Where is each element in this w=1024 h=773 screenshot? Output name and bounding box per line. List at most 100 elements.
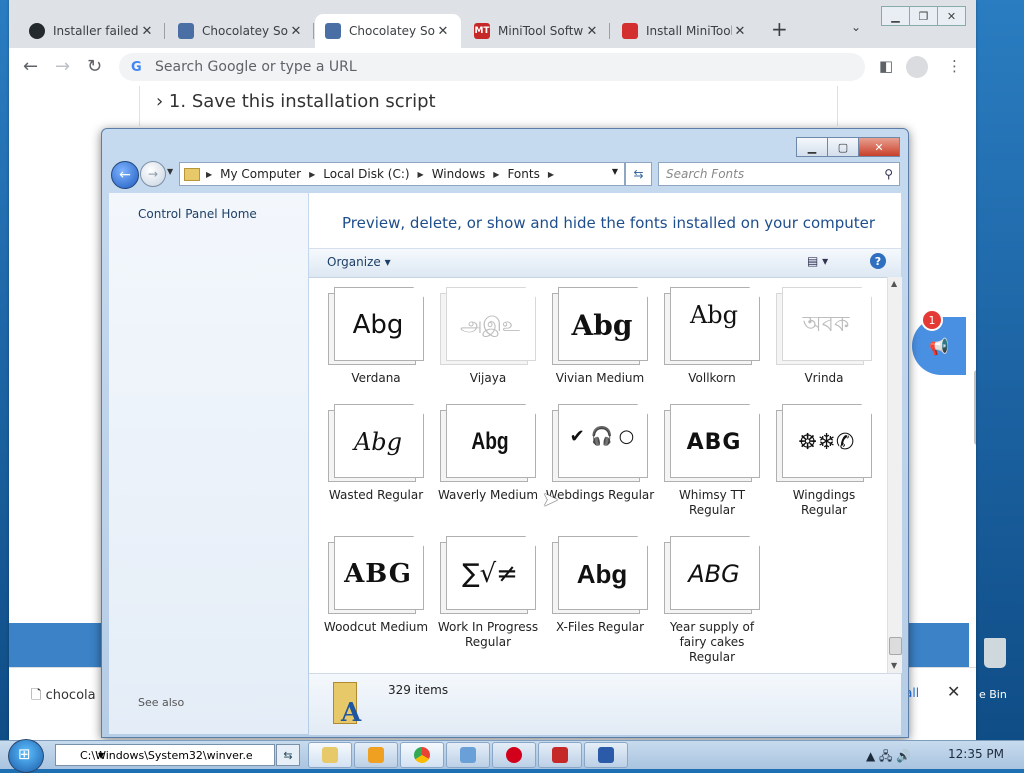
organize-button[interactable]: Organize ▾ [327,255,391,269]
refresh-button[interactable]: ⇆ [625,162,652,186]
font-name: Year supply of fairy cakes Regular [669,620,755,664]
address-bar[interactable]: ▶ My Computer ▶ Local Disk (C:) ▶ Window… [179,162,625,186]
chevron-right-icon[interactable]: ▶ [418,170,424,179]
font-tile[interactable]: ABG Whimsy TT Regular [656,404,768,518]
tab-0[interactable]: Installer failed to ✕ [19,14,165,48]
recycle-bin-label: e Bin [979,688,1007,701]
organize-label: Organize [327,255,381,269]
font-tile[interactable]: Abg Waverly Medium [432,404,544,503]
chevron-right-icon[interactable]: ▶ [548,170,554,179]
font-tile[interactable]: Abg Verdana [320,287,432,386]
search-fonts-box[interactable]: Search Fonts ⚲ [658,162,900,186]
close-icon[interactable]: ✕ [947,682,960,701]
font-sample: Abg [353,428,403,456]
close-button[interactable]: ✕ [937,6,966,26]
tab-title: Installer failed to [53,24,139,38]
font-tile[interactable]: Abg Vivian Medium [544,287,656,386]
powershell-icon [598,747,614,763]
close-icon[interactable]: ✕ [139,24,155,39]
font-tile[interactable]: ∑√≠ Work In Progress Regular [432,536,544,650]
close-icon[interactable]: ✕ [435,24,451,39]
recycle-bin[interactable]: e Bin [975,638,1015,701]
address-history-dropdown[interactable]: ▼ [612,167,618,176]
recent-pages-dropdown[interactable]: ▼ [167,167,173,176]
new-tab-button[interactable]: + [771,17,788,41]
step-heading[interactable]: › 1. Save this installation script [156,91,436,112]
chevron-down-icon[interactable]: ⌄ [851,20,861,34]
breadcrumb-local-disk[interactable]: Local Disk (C:) [323,167,409,181]
back-button[interactable]: ← [111,161,139,189]
omnibox[interactable]: G Search Google or type a URL [119,53,865,81]
tab-3[interactable]: MT MiniTool Software ✕ [464,14,610,48]
tab-2-active[interactable]: Chocolatey Softwa ✕ [315,14,461,48]
close-icon[interactable]: ✕ [288,24,304,39]
font-tile[interactable]: Abg Wasted Regular [320,404,432,503]
address-toolbar-input[interactable]: C:\Windows\System32\winver.exe ▼ [55,744,275,766]
taskbar-chrome[interactable] [400,742,444,768]
chevron-down-icon[interactable]: ▼ [98,751,270,760]
control-panel-home-link[interactable]: Control Panel Home [138,207,257,221]
page-scrollbar[interactable] [974,370,976,445]
tab-4[interactable]: Install MiniTool ✕ [612,14,758,48]
clock[interactable]: 12:35 PM [948,747,1004,761]
download-item[interactable]: 🗋 chocola [31,686,96,708]
system-tray[interactable]: ▲ 🖧 🔊 [866,747,911,768]
close-icon[interactable]: ✕ [584,24,600,39]
taskbar-control-panel[interactable] [446,742,490,768]
tab-1[interactable]: Chocolatey Softwa ✕ [168,14,314,48]
font-file-icon: ☸❄✆ [776,404,872,482]
font-name: Woodcut Medium [323,620,429,634]
font-tile[interactable]: ABG Woodcut Medium [320,536,432,635]
font-name: Vijaya [469,371,507,385]
font-sample: ∑√≠ [462,559,518,589]
tab-strip: Installer failed to ✕ Chocolatey Softwa … [9,0,976,48]
taskbar-minitool[interactable] [538,742,582,768]
font-sample: অবক [802,311,850,337]
reload-icon[interactable]: ↻ [87,56,102,77]
breadcrumb-fonts[interactable]: Fonts [507,167,539,181]
chevron-right-icon[interactable]: ▶ [309,170,315,179]
side-panel-icon[interactable]: ◧ [879,57,893,75]
menu-icon[interactable]: ⋮ [947,57,962,75]
font-sample: Abg [471,428,509,455]
font-name: Waverly Medium [437,488,539,502]
taskbar-opera[interactable] [492,742,536,768]
folder-icon [322,747,338,763]
avatar[interactable] [906,56,928,78]
font-tile[interactable]: அஇஉ Vijaya [432,287,544,386]
fonts-scrollbar[interactable]: ▲ ▼ [887,277,902,673]
close-button[interactable]: ✕ [858,137,900,157]
taskbar-powershell[interactable] [584,742,628,768]
scroll-up-icon[interactable]: ▲ [891,279,897,288]
minimize-button[interactable]: ▁ [796,137,828,157]
scroll-down-icon[interactable]: ▼ [891,661,897,670]
page-title: Preview, delete, or show and hide the fo… [342,214,876,232]
chevron-right-icon[interactable]: ▶ [493,170,499,179]
restore-button[interactable]: ❐ [909,6,938,26]
forward-button[interactable]: → [140,161,166,187]
font-tile[interactable]: Abg Vollkorn [656,287,768,386]
font-name: X-Files Regular [555,620,645,634]
search-input[interactable]: Search Fonts [666,167,884,181]
font-tile[interactable]: ✔ 🎧 ○ Webdings Regular [544,404,656,503]
back-icon[interactable]: ← [23,56,38,77]
font-tile[interactable]: অবক Vrinda [768,287,880,386]
scroll-thumb[interactable] [889,637,902,655]
breadcrumb-windows[interactable]: Windows [432,167,486,181]
chevron-right-icon[interactable]: ▶ [206,170,212,179]
font-tile[interactable]: ☸❄✆ Wingdings Regular [768,404,880,518]
help-icon[interactable]: ? [870,253,886,269]
maximize-button[interactable]: ▢ [827,137,859,157]
taskbar-media-player[interactable] [354,742,398,768]
font-tile[interactable]: Abg X-Files Regular [544,536,656,635]
close-icon[interactable]: ✕ [732,24,748,39]
font-file-icon: Abg [328,287,424,365]
change-view-button[interactable]: ▤ ▾ [807,254,828,268]
font-tile[interactable]: ABG Year supply of fairy cakes Regular [656,536,768,665]
forward-icon[interactable]: → [55,56,70,77]
breadcrumb-my-computer[interactable]: My Computer [220,167,301,181]
taskbar-explorer[interactable] [308,742,352,768]
search-icon[interactable]: ⚲ [884,167,893,181]
go-button[interactable]: ⇆ [276,744,300,766]
minimize-button[interactable]: ▁ [881,6,910,26]
